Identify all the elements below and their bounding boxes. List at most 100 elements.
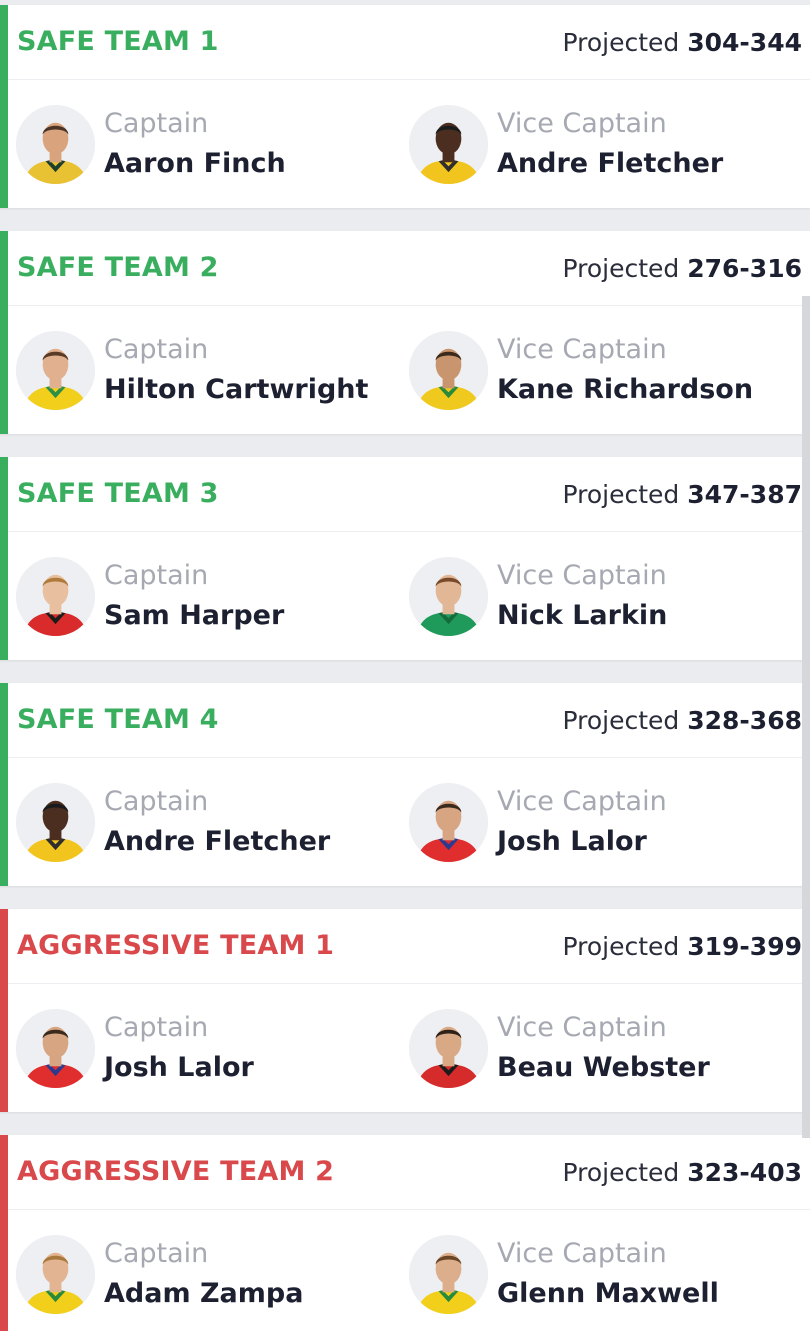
projected-label: Projected xyxy=(562,1158,680,1187)
team-card[interactable]: AGGRESSIVE TEAM 1 Projected 319-399 Captai… xyxy=(0,909,810,1112)
scrollbar[interactable] xyxy=(802,296,810,1138)
vice-captain-pick[interactable]: Vice Captain Josh Lalor xyxy=(409,783,789,863)
team-type-stripe xyxy=(0,1135,8,1331)
player-photo xyxy=(409,1235,488,1314)
player-avatar xyxy=(409,1009,488,1088)
player-name: Andre Fletcher xyxy=(497,148,724,179)
player-avatar xyxy=(16,331,95,410)
projected-range: 319-399 xyxy=(687,932,802,961)
team-name: SAFE TEAM 4 xyxy=(17,704,219,735)
team-type-stripe xyxy=(0,457,8,660)
player-photo xyxy=(16,1009,95,1088)
player-photo xyxy=(16,783,95,862)
player-name: Josh Lalor xyxy=(104,1052,254,1083)
projected-score: Projected 328-368 xyxy=(563,706,803,735)
player-name: Aaron Finch xyxy=(104,148,286,179)
player-photo xyxy=(16,105,95,184)
player-name: Sam Harper xyxy=(104,600,285,631)
captain-pick[interactable]: Captain Hilton Cartwright xyxy=(16,331,396,411)
player-name: Nick Larkin xyxy=(497,600,668,631)
player-avatar xyxy=(16,105,95,184)
player-photo xyxy=(409,331,488,410)
projected-score: Projected 304-344 xyxy=(563,28,803,57)
projected-range: 304-344 xyxy=(687,28,802,57)
team-card[interactable]: SAFE TEAM 1 Projected 304-344 Captain Aaron… xyxy=(0,5,810,208)
player-name: Glenn Maxwell xyxy=(497,1278,719,1309)
player-avatar xyxy=(409,1235,488,1314)
team-card-header: SAFE TEAM 3 Projected 347-387 xyxy=(8,457,810,532)
team-type-stripe xyxy=(0,909,8,1112)
player-avatar xyxy=(16,557,95,636)
projected-range: 323-403 xyxy=(687,1158,802,1187)
captain-label: Captain xyxy=(104,786,209,817)
projected-score: Projected 276-316 xyxy=(563,254,803,283)
player-photo xyxy=(16,1235,95,1314)
projected-label: Projected xyxy=(562,254,680,283)
vice-captain-label: Vice Captain xyxy=(497,1012,667,1043)
team-card-header: SAFE TEAM 4 Projected 328-368 xyxy=(8,683,810,758)
player-name: Adam Zampa xyxy=(104,1278,304,1309)
projected-range: 347-387 xyxy=(687,480,802,509)
projected-label: Projected xyxy=(562,706,680,735)
team-name: AGGRESSIVE TEAM 1 xyxy=(17,930,335,961)
vice-captain-label: Vice Captain xyxy=(497,108,667,139)
vice-captain-label: Vice Captain xyxy=(497,334,667,365)
team-card-header: AGGRESSIVE TEAM 1 Projected 319-399 xyxy=(8,909,810,984)
player-photo xyxy=(409,105,488,184)
projected-label: Projected xyxy=(562,28,680,57)
vice-captain-pick[interactable]: Vice Captain Nick Larkin xyxy=(409,557,789,637)
player-name: Hilton Cartwright xyxy=(104,374,369,405)
vice-captain-pick[interactable]: Vice Captain Kane Richardson xyxy=(409,331,789,411)
vice-captain-label: Vice Captain xyxy=(497,560,667,591)
projected-range: 276-316 xyxy=(687,254,802,283)
captain-label: Captain xyxy=(104,1238,209,1269)
team-card[interactable]: SAFE TEAM 3 Projected 347-387 Captain Sam H… xyxy=(0,457,810,660)
team-card-header: AGGRESSIVE TEAM 2 Projected 323-403 xyxy=(8,1135,810,1210)
player-avatar xyxy=(409,783,488,862)
team-card-header: SAFE TEAM 1 Projected 304-344 xyxy=(8,5,810,80)
vice-captain-label: Vice Captain xyxy=(497,786,667,817)
player-name: Josh Lalor xyxy=(497,826,647,857)
captain-pick[interactable]: Captain Sam Harper xyxy=(16,557,396,637)
captain-label: Captain xyxy=(104,560,209,591)
team-suggestions-list: SAFE TEAM 1 Projected 304-344 Captain Aaron… xyxy=(0,0,810,1331)
player-avatar xyxy=(409,105,488,184)
team-name: AGGRESSIVE TEAM 2 xyxy=(17,1156,335,1187)
captain-label: Captain xyxy=(104,1012,209,1043)
team-type-stripe xyxy=(0,231,8,434)
player-name: Kane Richardson xyxy=(497,374,754,405)
team-name: SAFE TEAM 2 xyxy=(17,252,219,283)
team-type-stripe xyxy=(0,683,8,886)
captain-pick[interactable]: Captain Aaron Finch xyxy=(16,105,396,185)
captain-pick[interactable]: Captain Andre Fletcher xyxy=(16,783,396,863)
team-card-header: SAFE TEAM 2 Projected 276-316 xyxy=(8,231,810,306)
team-name: SAFE TEAM 1 xyxy=(17,26,219,57)
vice-captain-label: Vice Captain xyxy=(497,1238,667,1269)
player-photo xyxy=(409,1009,488,1088)
player-avatar xyxy=(16,1009,95,1088)
captain-pick[interactable]: Captain Josh Lalor xyxy=(16,1009,396,1089)
projected-score: Projected 347-387 xyxy=(563,480,803,509)
player-photo xyxy=(409,557,488,636)
vice-captain-pick[interactable]: Vice Captain Beau Webster xyxy=(409,1009,789,1089)
player-avatar xyxy=(409,557,488,636)
player-avatar xyxy=(16,1235,95,1314)
team-card[interactable]: SAFE TEAM 4 Projected 328-368 Captain Andre… xyxy=(0,683,810,886)
projected-range: 328-368 xyxy=(687,706,802,735)
team-name: SAFE TEAM 3 xyxy=(17,478,219,509)
team-card[interactable]: SAFE TEAM 2 Projected 276-316 Captain Hilto… xyxy=(0,231,810,434)
captain-label: Captain xyxy=(104,334,209,365)
team-card[interactable]: AGGRESSIVE TEAM 2 Projected 323-403 Captai… xyxy=(0,1135,810,1331)
projected-label: Projected xyxy=(562,932,680,961)
vice-captain-pick[interactable]: Vice Captain Andre Fletcher xyxy=(409,105,789,185)
captain-label: Captain xyxy=(104,108,209,139)
player-avatar xyxy=(16,783,95,862)
captain-pick[interactable]: Captain Adam Zampa xyxy=(16,1235,396,1315)
vice-captain-pick[interactable]: Vice Captain Glenn Maxwell xyxy=(409,1235,789,1315)
player-photo xyxy=(16,331,95,410)
projected-label: Projected xyxy=(562,480,680,509)
player-photo xyxy=(409,783,488,862)
projected-score: Projected 323-403 xyxy=(563,1158,803,1187)
player-photo xyxy=(16,557,95,636)
player-name: Beau Webster xyxy=(497,1052,710,1083)
